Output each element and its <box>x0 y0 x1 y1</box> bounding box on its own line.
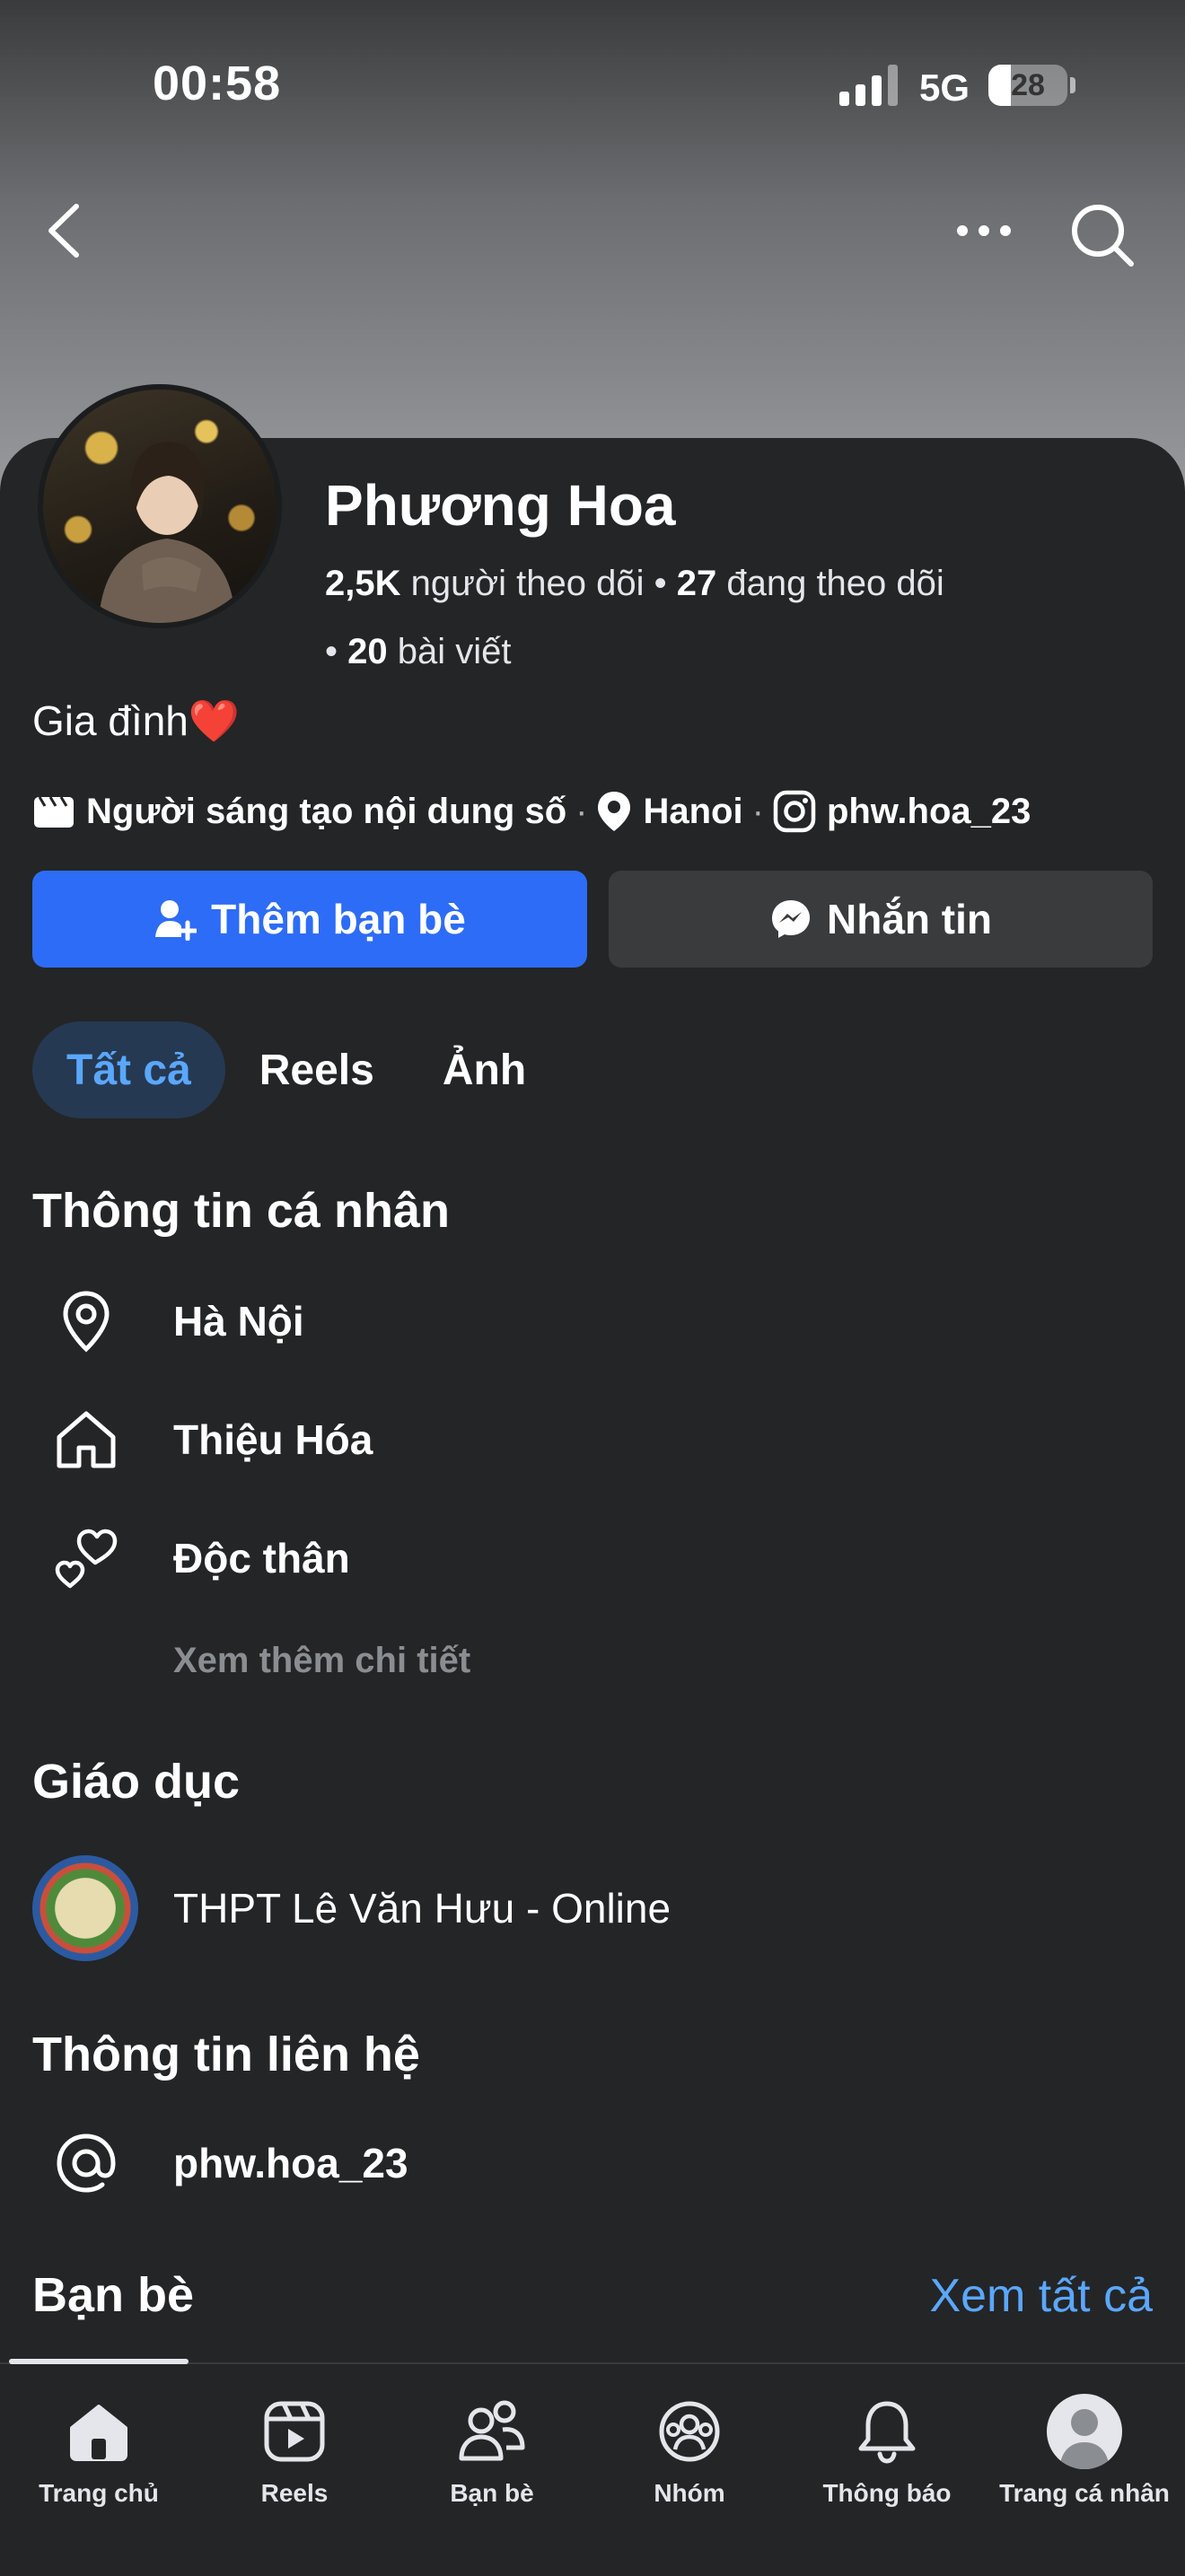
nav-reels[interactable]: Reels <box>196 2391 393 2508</box>
profile-tabs: Tất cả Reels Ảnh <box>32 1021 560 1118</box>
active-tab-indicator <box>9 2359 189 2364</box>
status-time: 00:58 <box>153 57 282 110</box>
battery-icon: 28 <box>988 65 1067 106</box>
separator-dot: · <box>575 791 588 831</box>
see-more-details-link[interactable]: Xem thêm chi tiết <box>173 1641 470 1681</box>
profile-card <box>0 438 1185 2574</box>
education-title: Giáo dục <box>32 1755 241 1809</box>
nav-reels-label: Reels <box>260 2479 329 2507</box>
info-city-text: Hà Nội <box>173 1298 304 1345</box>
profile-avatar-icon <box>1047 2391 1122 2472</box>
groups-icon <box>657 2391 722 2472</box>
followers-label[interactable]: người theo dõi <box>411 564 645 603</box>
education-row[interactable]: THPT Lê Văn Hưu - Online <box>32 1853 671 1964</box>
profile-photo <box>43 390 276 623</box>
personal-info-title: Thông tin cá nhân <box>32 1184 450 1238</box>
message-button[interactable]: Nhắn tin <box>609 871 1153 968</box>
nav-notifications-label: Thông báo <box>822 2479 952 2507</box>
profile-avatar[interactable] <box>38 384 282 628</box>
stats-separator: • <box>325 632 348 671</box>
nav-friends[interactable]: Bạn bè <box>393 2391 591 2508</box>
message-label: Nhắn tin <box>827 896 992 942</box>
clapperboard-icon <box>34 796 74 828</box>
category-text: Người sáng tạo nội dung số <box>86 791 567 831</box>
following-label[interactable]: đang theo dõi <box>726 564 944 603</box>
reels-icon <box>262 2391 327 2472</box>
school-logo <box>32 1855 138 1961</box>
status-bar: 00:58 5G 28 <box>0 0 1185 171</box>
following-count: 27 <box>676 564 717 603</box>
nav-home[interactable]: Trang chủ <box>0 2391 198 2508</box>
search-icon <box>1072 205 1134 267</box>
tab-photos[interactable]: Ảnh <box>408 1021 560 1118</box>
bell-icon <box>856 2391 917 2472</box>
add-friend-button[interactable]: Thêm bạn bè <box>32 871 587 968</box>
add-friend-icon <box>155 900 198 941</box>
nav-friends-label: Bạn bè <box>450 2479 534 2507</box>
nav-profile[interactable]: Trang cá nhân <box>986 2391 1183 2508</box>
tab-all[interactable]: Tất cả <box>32 1021 225 1118</box>
search-button[interactable] <box>1066 199 1138 271</box>
home-icon <box>32 1395 140 1485</box>
location-text: Hanoi <box>643 791 743 831</box>
info-row-hometown: Thiệu Hóa <box>32 1395 373 1485</box>
signal-icon <box>839 65 899 106</box>
profile-name: Phương Hoa <box>325 473 676 538</box>
nav-notifications[interactable]: Thông báo <box>788 2391 986 2508</box>
friends-icon <box>458 2391 526 2472</box>
info-hometown-text: Thiệu Hóa <box>173 1416 373 1463</box>
more-options-button[interactable] <box>948 199 1020 262</box>
profile-bio: Gia đình❤️ <box>32 697 240 746</box>
contact-info-title: Thông tin liên hệ <box>32 2028 420 2081</box>
nav-groups-label: Nhóm <box>654 2479 725 2507</box>
contact-handle[interactable]: phw.hoa_23 <box>173 2139 408 2187</box>
person-silhouette <box>99 442 235 623</box>
see-all-friends-link[interactable]: Xem tất cả <box>929 2269 1153 2323</box>
friends-title: Bạn bè <box>32 2268 195 2322</box>
heart-emoji: ❤️ <box>188 697 241 744</box>
ellipsis-icon <box>957 225 1011 236</box>
instagram-handle[interactable]: phw.hoa_23 <box>827 792 1031 832</box>
followers-count: 2,5K <box>325 564 401 603</box>
nav-home-label: Trang chủ <box>39 2479 159 2507</box>
posts-label: bài viết <box>397 632 512 671</box>
stats-separator: • <box>654 564 677 603</box>
battery-level: 28 <box>1011 68 1045 102</box>
school-name: THPT Lê Văn Hưu - Online <box>173 1885 672 1932</box>
profile-details-row: Người sáng tạo nội dung số · Hanoi · phw… <box>32 790 1031 833</box>
info-relationship-text: Độc thân <box>173 1535 350 1582</box>
posts-count: 20 <box>347 632 388 671</box>
bio-text: Gia đình <box>32 697 189 744</box>
add-friend-label: Thêm bạn bè <box>211 896 466 942</box>
location-pin-icon <box>32 1276 140 1366</box>
back-button[interactable] <box>32 199 95 262</box>
info-row-relationship: Độc thân <box>32 1513 350 1603</box>
separator-dot: · <box>751 791 764 831</box>
network-type: 5G <box>919 66 970 109</box>
tab-reels[interactable]: Reels <box>225 1021 408 1118</box>
location-pin-icon <box>598 792 631 831</box>
contact-row: phw.hoa_23 <box>32 2118 408 2208</box>
hearts-icon <box>32 1513 140 1603</box>
at-sign-icon <box>32 2118 140 2208</box>
nav-profile-label: Trang cá nhân <box>999 2479 1170 2507</box>
messenger-icon <box>772 900 810 938</box>
home-icon <box>66 2391 131 2472</box>
nav-groups[interactable]: Nhóm <box>591 2391 788 2508</box>
info-row-city: Hà Nội <box>32 1276 304 1366</box>
chevron-left-icon <box>48 204 79 258</box>
profile-stats: 2,5K người theo dõi • 27 đang theo dõi •… <box>325 549 1133 686</box>
battery-cap <box>1070 77 1075 93</box>
instagram-icon <box>773 790 816 833</box>
bottom-navigation: Trang chủ Reels Bạn bè Nhóm Thông báo Tr… <box>0 2359 1185 2576</box>
